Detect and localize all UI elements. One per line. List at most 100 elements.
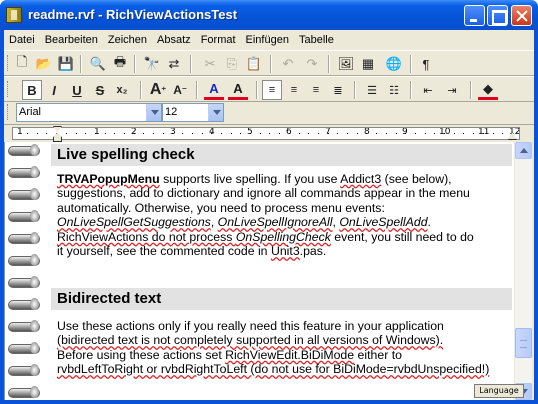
- ruler-tick: [124, 133, 125, 134]
- ruler-tick: [347, 133, 348, 134]
- spiral-ring: [6, 386, 40, 398]
- ruler-tick: [279, 133, 280, 134]
- menu-bearbeiten[interactable]: Bearbeiten: [40, 30, 103, 50]
- format-toolbar: B I U S x₂ A ⁺ A ⁻ A A ≡ ≡ ≡ ≣ ☰ ☷ ⇤ ⇥ ◆: [4, 76, 534, 102]
- font-size-combo[interactable]: 12: [162, 103, 224, 122]
- heading-bidirected: Bidirected text: [51, 288, 512, 310]
- italic-icon[interactable]: I: [44, 80, 64, 100]
- font-name-value: Arial: [19, 106, 42, 118]
- ruler-strip[interactable]: 1 1 2 3 4 5 6 7 8 9 10 11 12: [12, 127, 520, 140]
- vertical-scrollbar[interactable]: [515, 142, 532, 400]
- fill-color-icon[interactable]: ◆: [478, 80, 498, 100]
- maximize-button[interactable]: [487, 5, 508, 26]
- text-line: TRVAPopupMenu supports live spelling. If…: [57, 172, 511, 186]
- client-area: Datei Bearbeiten Zeichen Absatz Format E…: [4, 30, 534, 400]
- ruler[interactable]: 1 1 2 3 4 5 6 7 8 9 10 11 12: [4, 124, 534, 142]
- find-icon[interactable]: 🔭: [142, 54, 162, 74]
- save-icon[interactable]: 💾: [56, 54, 76, 74]
- paste-icon[interactable]: 📋: [244, 54, 264, 74]
- ruler-tick: [308, 133, 309, 134]
- ruler-tick: [221, 133, 222, 134]
- align-right-icon[interactable]: ≡: [306, 80, 326, 100]
- insert-picture-icon[interactable]: 🖼: [336, 54, 356, 74]
- app-icon[interactable]: [6, 7, 22, 23]
- paragraph-bidirected[interactable]: Use these actions only if you really nee…: [57, 319, 511, 377]
- numbering-icon[interactable]: ☷: [384, 80, 404, 100]
- spiral-ring: [6, 276, 40, 288]
- close-button[interactable]: [511, 5, 532, 26]
- text-span: (see below),: [381, 172, 452, 186]
- spiral-ring: [6, 254, 40, 266]
- ruler-number: 1: [94, 127, 100, 137]
- redo-icon[interactable]: ↷: [302, 54, 322, 74]
- ruler-tick: [27, 133, 28, 134]
- language-button[interactable]: Language: [474, 384, 524, 398]
- menu-einfuegen[interactable]: Einfügen: [241, 30, 294, 50]
- chevron-down-icon[interactable]: [146, 104, 161, 121]
- toolbar-grip[interactable]: [7, 104, 10, 120]
- open-folder-icon[interactable]: 📂: [34, 54, 54, 74]
- scroll-up-button[interactable]: [515, 142, 532, 159]
- strikeout-icon[interactable]: S: [90, 80, 110, 100]
- align-center-icon[interactable]: ≡: [284, 80, 304, 100]
- paragraph-live-spelling[interactable]: TRVAPopupMenu supports live spelling. If…: [57, 172, 511, 258]
- ruler-tick: [483, 133, 484, 134]
- chevron-down-icon[interactable]: [208, 104, 223, 121]
- unit3-link[interactable]: Unit3: [271, 244, 300, 258]
- ruler-tick: [211, 133, 212, 134]
- text-span: .: [427, 215, 431, 230]
- subscript-icon[interactable]: x₂: [112, 80, 132, 100]
- shrink-font-icon[interactable]: A ⁻: [170, 80, 190, 100]
- title-bar[interactable]: readme.rvf - RichViewActionsTest: [0, 0, 538, 30]
- ruler-tick: [269, 133, 270, 134]
- spiral-binding: [6, 142, 42, 400]
- copy-icon[interactable]: ⎘: [222, 54, 242, 74]
- spiral-ring: [6, 298, 40, 310]
- grow-font-icon[interactable]: A ⁺: [148, 80, 168, 100]
- ruler-tick: [182, 133, 183, 134]
- bullets-icon[interactable]: ☰: [362, 80, 382, 100]
- align-left-icon[interactable]: ≡: [262, 80, 282, 100]
- insert-hyperlink-icon[interactable]: 🌐: [384, 54, 404, 74]
- undo-icon[interactable]: ↶: [278, 54, 298, 74]
- underline-icon[interactable]: U: [67, 80, 87, 100]
- bold-icon[interactable]: B: [22, 80, 42, 100]
- text-span: event, you still need to do: [330, 229, 474, 244]
- replace-icon[interactable]: ⇄: [164, 54, 184, 74]
- text-color-icon[interactable]: A: [204, 80, 224, 100]
- font-name-combo[interactable]: Arial: [16, 103, 162, 122]
- new-document-icon[interactable]: 🗋: [12, 54, 32, 74]
- menu-absatz[interactable]: Absatz: [152, 30, 196, 50]
- ruler-tick: [46, 133, 47, 134]
- addict3-link[interactable]: Addict3: [340, 172, 381, 186]
- ruler-tick: [434, 133, 435, 134]
- increase-indent-icon[interactable]: ⇥: [442, 80, 462, 100]
- menu-format[interactable]: Format: [196, 30, 241, 50]
- highlight-icon[interactable]: A: [228, 80, 248, 100]
- print-preview-icon[interactable]: 🔍: [88, 54, 108, 74]
- decrease-indent-icon[interactable]: ⇤: [418, 80, 438, 100]
- ruler-number: 3: [170, 127, 176, 137]
- document-editor[interactable]: Live spelling check TRVAPopupMenu suppor…: [4, 142, 514, 400]
- toolbar-grip[interactable]: [7, 55, 10, 71]
- menu-zeichen[interactable]: Zeichen: [103, 30, 152, 50]
- minimize-button[interactable]: [464, 5, 485, 26]
- ruler-tick: [502, 133, 503, 134]
- ruler-tick: [386, 133, 387, 134]
- ruler-tick: [425, 133, 426, 134]
- insert-table-icon[interactable]: ▦: [358, 54, 378, 74]
- align-justify-icon[interactable]: ≣: [328, 80, 348, 100]
- scroll-thumb[interactable]: [515, 328, 532, 358]
- toolbar-grip[interactable]: [7, 81, 10, 97]
- menu-tabelle[interactable]: Tabelle: [294, 30, 339, 50]
- window-title: readme.rvf - RichViewActionsTest: [28, 7, 238, 22]
- standard-toolbar: 🗋 📂 💾 🔍 🖶 🔭 ⇄ ✂ ⎘ 📋 ↶ ↷ 🖼 ▦ 🌐 ¶: [4, 50, 534, 76]
- cut-icon[interactable]: ✂: [200, 54, 220, 74]
- ruler-tick: [231, 133, 232, 134]
- ruler-tick: [260, 133, 261, 134]
- print-icon[interactable]: 🖶: [110, 54, 130, 74]
- show-special-chars-icon[interactable]: ¶: [416, 54, 436, 74]
- menu-datei[interactable]: Datei: [4, 30, 40, 50]
- text-line: it yourself, see the commented code in U…: [57, 244, 511, 258]
- ruler-tick: [143, 133, 144, 134]
